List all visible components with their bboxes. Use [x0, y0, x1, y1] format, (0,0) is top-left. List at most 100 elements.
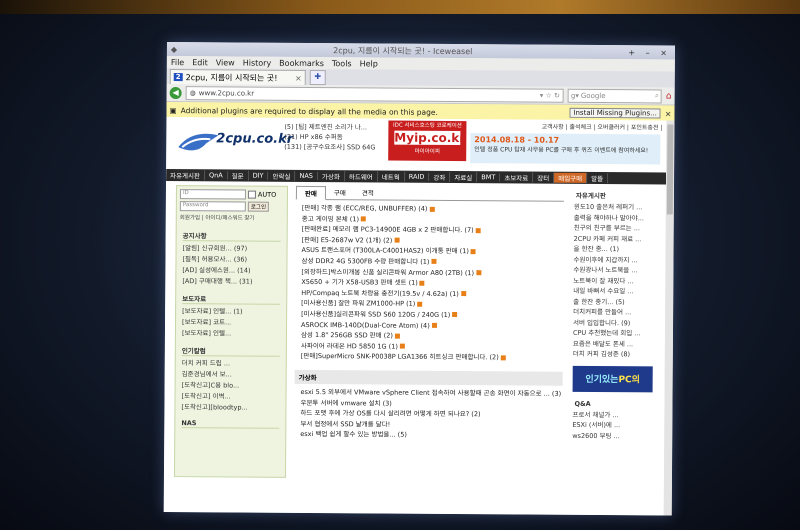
right-list-item[interactable]: 수원광나서 노트북을 ... [573, 265, 653, 276]
right-list-item[interactable]: 노트북이 잘 재밌다 ... [573, 275, 653, 286]
right-list-item[interactable]: 내일 바뻐서 수요일 ... [573, 286, 653, 297]
market-item-text[interactable]: [판매] 각종 램 (ECC/REG, UNBUFFER) (4) [302, 204, 428, 213]
right-list-item[interactable]: ws2600 부팅 ... [572, 430, 652, 441]
menu-file[interactable]: File [171, 58, 184, 67]
left-section-item[interactable]: [보도자료] 인텔... (1) [182, 306, 280, 318]
intel-ad-banner[interactable]: 2014.08.18 - 10.17 인텔 정품 CPU 탑재 사무용 PC를 … [470, 133, 661, 165]
install-plugins-button[interactable]: Install Missing Plugins... [569, 107, 661, 119]
menu-bookmarks[interactable]: Bookmarks [279, 58, 324, 67]
login-links[interactable]: 회원가입 | 아이디/패스워드 찾기 [180, 213, 284, 222]
tab-quote[interactable]: 견적 [354, 186, 382, 199]
right-list-item[interactable]: ESXi (서버)에 ... [572, 420, 652, 431]
news-item[interactable]: (21) HP x86 수퍼돔 [284, 132, 375, 143]
nav-item[interactable]: 강좌 [429, 171, 451, 182]
nav-item[interactable]: 자유게시판 [166, 169, 206, 181]
news-item[interactable]: (5) [팁] 제트엔진 소리가 나... [284, 122, 375, 133]
right-list-item[interactable]: 윈도10 출은처 레퍼기 ... [574, 202, 654, 213]
nav-item[interactable]: QnA [204, 171, 228, 180]
left-section-item[interactable]: [보도자료] 코트... [182, 317, 280, 329]
market-item-text[interactable]: X5650 + 기가 X58-USB3 판매 셋트 (1) [301, 278, 418, 287]
tab-2cpu[interactable]: 2 2cpu, 지름이 시작되는 곳! × [169, 69, 306, 85]
nav-item[interactable]: 하드웨어 [344, 171, 378, 182]
id-field[interactable]: ID [179, 189, 246, 200]
left-section-item[interactable]: [알림] 신규회원... (97) [183, 243, 281, 255]
market-item-text[interactable]: 삼성 1.8" 256GB SSD 판매 (2) [301, 331, 393, 340]
right-list-item[interactable]: 더치커피를 만들어 ... [573, 307, 653, 318]
left-section-item[interactable]: [필독] 허용모사... (36) [182, 254, 280, 266]
market-item-text[interactable]: 사파이어 라데온 HD 5850 1G (1) [301, 342, 398, 351]
menu-help[interactable]: Help [360, 59, 378, 68]
site-logo[interactable]: 2cpu.co.kr [176, 125, 293, 160]
qna-title[interactable]: Q&A [572, 397, 652, 410]
home-icon[interactable]: ⌂ [666, 91, 672, 101]
market-item-text[interactable]: [외장하드]박스미개봉 신품 실리콘파워 Armor A80 (2TB) (1) [301, 268, 474, 277]
password-field[interactable]: Password [179, 201, 246, 212]
menu-edit[interactable]: Edit [192, 58, 208, 67]
vertical-scrollbar[interactable] [663, 120, 675, 516]
left-section-item[interactable]: [도착신고]C용 blo... [182, 380, 280, 392]
right-list-item[interactable]: 친구의 친구를 부르는 ... [574, 223, 654, 234]
right-list-item[interactable]: 2CPU 카페 커피 재료 ... [574, 233, 654, 244]
search-input[interactable]: g▾ Google ⌕ [567, 88, 662, 103]
left-section-title[interactable]: 공지사항 [182, 230, 281, 242]
market-item-text[interactable]: [판매] E5-2687w V2 (1개) (2) [302, 236, 393, 245]
left-section-title[interactable]: 인기칼럼 [181, 345, 280, 357]
myip-ad-banner[interactable]: IDC 서비스호스팅 코로케이션 Myip.co.kr 마이아이피 [388, 120, 467, 162]
nav-item[interactable]: 장터 [533, 172, 555, 183]
popular-pc-ad[interactable]: 인기있는 PC의 [572, 365, 653, 392]
left-section-item[interactable]: [AD] 실성에스원... (14) [182, 265, 280, 277]
menu-tools[interactable]: Tools [332, 59, 352, 68]
right-list-item[interactable]: 요즘은 배달도 폰세 ... [573, 338, 653, 349]
nav-item[interactable]: RAID [404, 172, 430, 181]
nav-item[interactable]: 안락실 [268, 170, 296, 181]
nav-item[interactable]: 질문 [227, 170, 249, 181]
right-list-item[interactable]: CPU 추천했는데 회입 ... [573, 328, 653, 339]
right-list-item[interactable]: 수원이후에 지갑까지 ... [573, 254, 653, 265]
right-list-item[interactable]: 을 한잔 중... (1) [574, 244, 654, 255]
market-item-text[interactable]: ASUS 트랜스포머 (T300LA-C4001HAS2) 이개통 판매 (1) [302, 246, 469, 255]
left-section-item[interactable]: [도착신고][bloodtyp... [181, 402, 279, 414]
nav-item[interactable]: 초보자료 [500, 172, 534, 183]
nav-item[interactable]: 네트웍 [377, 171, 405, 182]
market-row[interactable]: [판매]SuperMicro SNK-P0038P LGA1366 히트싱크 판… [301, 351, 563, 363]
market-item-text[interactable]: 중고 게이밍 본체 (1) [302, 215, 359, 223]
tab-close-icon[interactable]: × [295, 73, 302, 82]
right-list-item[interactable]: 프로서 채널가 ... [572, 409, 652, 420]
nav-item[interactable]: 매입구매 [554, 172, 588, 183]
virt-item[interactable]: esxi 백업 쉽게 할수 있는 방법을... (5) [300, 429, 562, 441]
top-links[interactable]: 고객사항 | 출석체크 | 오버클러커 | 포인트충전 | [542, 122, 663, 132]
auto-checkbox[interactable] [247, 190, 256, 199]
nav-item[interactable]: 자료실 [450, 171, 478, 183]
left-section-title[interactable]: 보도자료 [182, 293, 281, 305]
back-arrow-icon[interactable]: ◀ [169, 86, 182, 99]
search-icon[interactable]: ⌕ [655, 91, 659, 100]
nav-item[interactable]: DIY [248, 171, 269, 180]
right-list-item[interactable]: 출 한잔 중기... (5) [573, 296, 653, 307]
tab-buy[interactable]: 구매 [326, 186, 354, 199]
menu-history[interactable]: History [243, 58, 272, 67]
new-tab-button[interactable]: ✚ [309, 69, 326, 86]
nav-item[interactable]: BMT [477, 173, 501, 182]
market-item-text[interactable]: [판매완료] 메모리 램 PC3-14900E 4GB x 2 판매합니다. (… [302, 225, 474, 234]
free-board-title[interactable]: 자유게시판 [574, 188, 654, 203]
url-dropdown-icon[interactable]: ▾ ☆ ↻ [540, 91, 560, 99]
left-section-item[interactable]: 더치 커피 드립 ... [182, 358, 280, 370]
window-controls[interactable]: + – × [628, 48, 671, 57]
news-item[interactable]: (131) [공구수요조사] SSD 64G [284, 142, 375, 153]
right-list-item[interactable]: 서버 입입합니다. (9) [573, 317, 653, 328]
left-section-item[interactable]: 김준경님에서 보... [182, 369, 280, 381]
market-item-text[interactable]: 삼성 DDR2 4G 5300FB 수량 판매합니다 (1) [301, 257, 429, 266]
menu-view[interactable]: View [216, 58, 235, 67]
market-item-text[interactable]: [미사용신품]실리콘파워 SSD S60 120G / 240G (1) [301, 310, 450, 319]
right-list-item[interactable]: 더치 커피 김성준 (8) [573, 349, 653, 360]
nav-item[interactable]: 알뜰 [587, 172, 609, 184]
url-bar[interactable]: ◍ www.2cpu.co.kr ▾ ☆ ↻ [185, 85, 564, 103]
tab-sell[interactable]: 판매 [295, 185, 326, 201]
right-list-item[interactable]: 출력을 해야하나 말아야... [574, 212, 654, 223]
nav-item[interactable]: 가상화 [317, 171, 345, 182]
nav-item[interactable]: NAS [295, 171, 318, 181]
market-item-text[interactable]: HP/Compaq 노트북 차량용 충전기(19.5v / 4.62a) (1) [301, 289, 459, 298]
left-section-item[interactable]: [AD] 구매대행 책... (31) [182, 276, 280, 288]
left-section-item[interactable]: [보도자료] 인텔... [182, 328, 280, 340]
left-section-title[interactable]: NAS [181, 419, 280, 429]
